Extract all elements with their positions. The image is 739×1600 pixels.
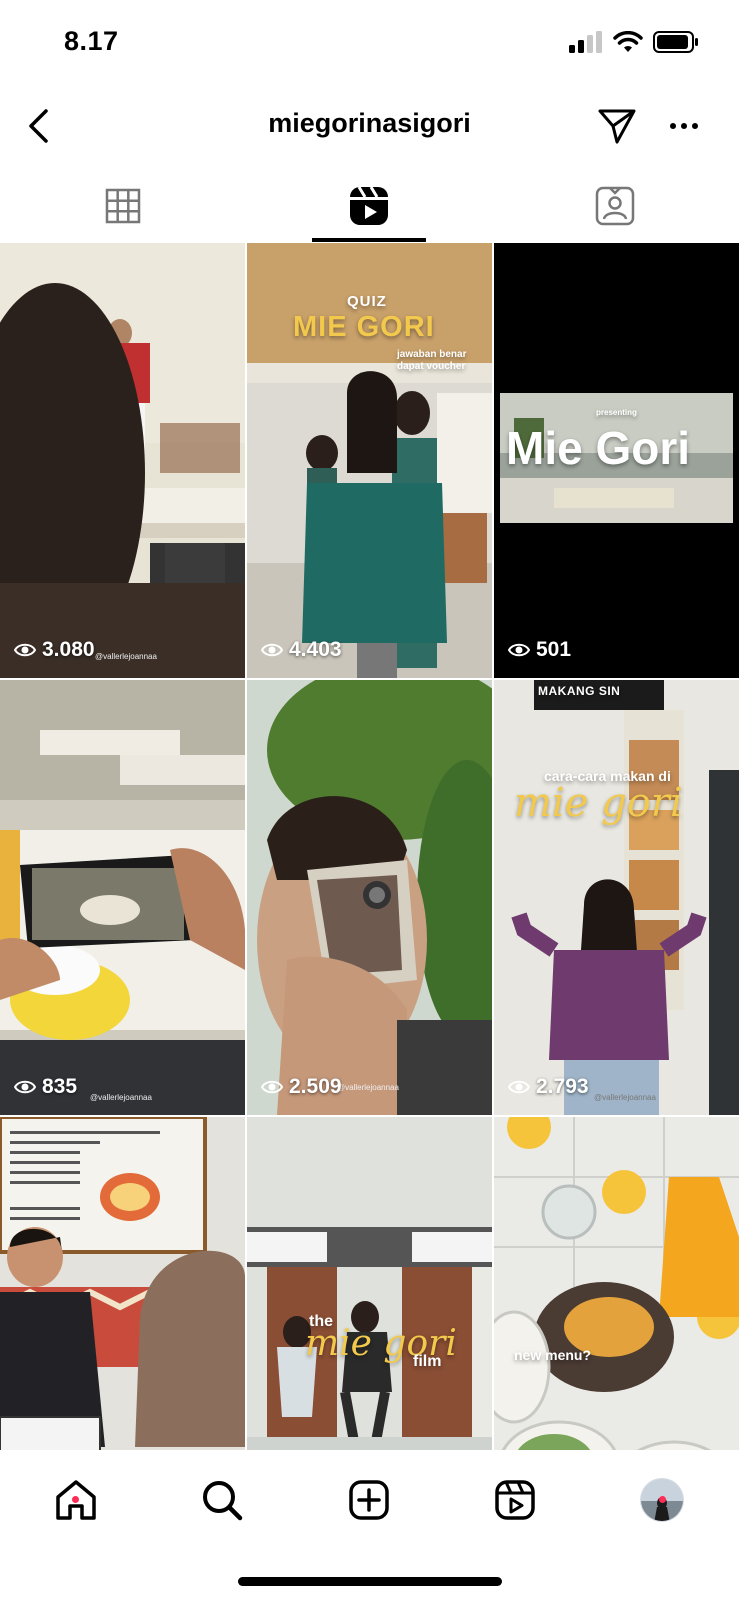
- reel-overlay-main: Mie Gori: [506, 422, 691, 474]
- reel-tile-1[interactable]: @vallerlejoannaa 3.080: [0, 243, 245, 678]
- home-notification-dot: [72, 1496, 79, 1503]
- view-count: 2.509: [261, 1075, 342, 1099]
- eye-icon: [14, 1080, 36, 1094]
- view-count-label: 4.403: [289, 638, 342, 661]
- reel-thumbnail: @vallerlejoannaa: [0, 680, 245, 1115]
- home-indicator: [238, 1577, 502, 1586]
- reel-tile-8[interactable]: the mie gori film: [247, 1117, 492, 1450]
- view-count-label: 2.509: [289, 1075, 342, 1098]
- reel-tile-5[interactable]: @vallerlejoannaa 2.509: [247, 680, 492, 1115]
- nav-create[interactable]: [339, 1470, 399, 1530]
- battery-icon: [653, 31, 698, 53]
- reel-thumbnail: @vallerlejoannaa: [247, 680, 492, 1115]
- tab-reels[interactable]: [246, 170, 492, 242]
- wifi-icon: [613, 31, 643, 52]
- eye-icon: [261, 1080, 283, 1094]
- more-options-button[interactable]: [660, 102, 708, 150]
- create-icon: [349, 1480, 389, 1520]
- profile-tabs: [0, 170, 739, 242]
- view-count: 2.793: [508, 1075, 589, 1099]
- view-count-label: 2.793: [536, 1075, 589, 1098]
- tab-tagged[interactable]: [492, 170, 738, 242]
- share-button[interactable]: [593, 102, 641, 150]
- view-count-label: 835: [42, 1075, 78, 1098]
- profile-notification-dot: [659, 1496, 666, 1503]
- reel-overlay-sign: MAKANG SIN: [538, 684, 621, 698]
- eye-icon: [508, 643, 530, 657]
- reel-tile-4[interactable]: @vallerlejoannaa 835: [0, 680, 245, 1115]
- reel-overlay-main: mie gori: [514, 780, 683, 826]
- reel-thumbnail: [0, 1117, 245, 1450]
- watermark: @vallerlejoannaa: [594, 1093, 656, 1102]
- active-tab-indicator: [312, 238, 426, 242]
- paper-plane-icon: [598, 109, 636, 144]
- watermark: @vallerlejoannaa: [90, 1093, 152, 1102]
- reel-overlay-top: new menu?: [514, 1347, 592, 1363]
- reel-thumbnail: [494, 1117, 739, 1450]
- reel-overlay-sub: film: [413, 1353, 442, 1370]
- view-count-label: 501: [536, 638, 572, 661]
- reel-overlay-main: MIE GORI: [293, 311, 435, 343]
- view-count: 4.403: [261, 638, 342, 662]
- tab-posts-grid[interactable]: [0, 170, 246, 242]
- reel-overlay-sub: jawaban benar dapat voucher: [397, 349, 467, 372]
- view-count-label: 3.080: [42, 638, 95, 661]
- status-time: 8.17: [64, 26, 119, 56]
- reel-overlay-top: QUIZ: [347, 293, 387, 310]
- nav-search[interactable]: [192, 1470, 252, 1530]
- reel-overlay-top: presenting: [596, 408, 637, 417]
- reels-icon: [350, 186, 388, 225]
- search-icon: [203, 1481, 243, 1521]
- signal-icon: [569, 31, 602, 53]
- eye-icon: [261, 643, 283, 657]
- tagged-icon: [595, 186, 635, 226]
- view-count: 835: [14, 1075, 77, 1099]
- more-horizontal-icon: [670, 123, 698, 129]
- reel-tile-3[interactable]: presenting Mie Gori 501: [494, 243, 739, 678]
- view-count: 3.080: [14, 638, 95, 662]
- reel-tile-2[interactable]: QUIZ MIE GORI jawaban benar dapat vouche…: [247, 243, 492, 678]
- reel-thumbnail: @vallerlejoannaa: [0, 243, 245, 678]
- nav-reels[interactable]: [485, 1470, 545, 1530]
- reel-thumbnail: [247, 1117, 492, 1450]
- watermark: @vallerlejoannaa: [337, 1083, 399, 1092]
- reel-thumbnail: @vallerlejoannaa: [494, 680, 739, 1115]
- grid-icon: [105, 188, 141, 224]
- reels-grid: @vallerlejoannaa 3.080 QUIZ MIE GORI jaw…: [0, 243, 739, 1450]
- eye-icon: [508, 1080, 530, 1094]
- view-count: 501: [508, 638, 571, 662]
- reel-tile-7[interactable]: [0, 1117, 245, 1450]
- watermark: @vallerlejoannaa: [95, 652, 157, 661]
- status-bar: 8.17: [0, 0, 739, 90]
- reels-icon: [495, 1480, 535, 1520]
- status-icons: [569, 30, 699, 54]
- reel-tile-6[interactable]: @vallerlejoannaa MAKANG SIN cara-cara ma…: [494, 680, 739, 1115]
- profile-header: miegorinasigori: [0, 90, 739, 162]
- eye-icon: [14, 643, 36, 657]
- reel-tile-9[interactable]: new menu?: [494, 1117, 739, 1450]
